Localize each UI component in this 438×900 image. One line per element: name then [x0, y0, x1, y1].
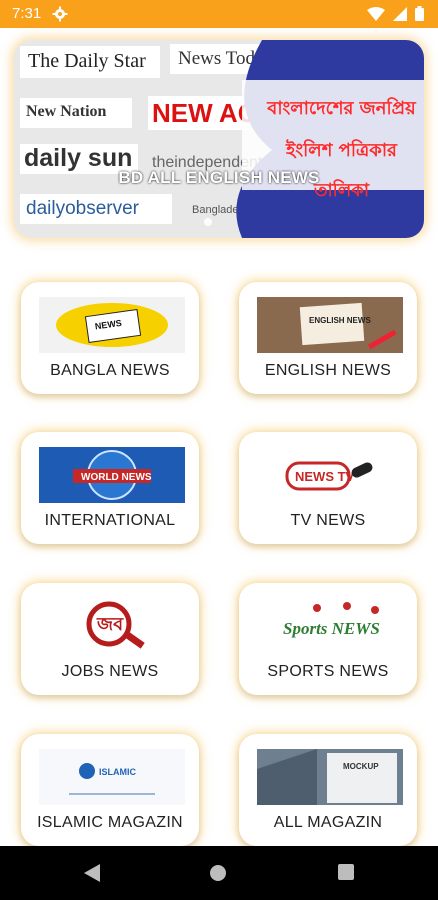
banner-carousel[interactable]: The Daily Star News Today New Nation NEW… [14, 40, 424, 238]
home-icon[interactable] [209, 864, 227, 882]
battery-icon [415, 6, 424, 21]
card-bangla-news[interactable]: NEWS BANGLA NEWS [21, 282, 199, 394]
thumb-text: MOCKUP [343, 762, 379, 771]
status-bar: 7:31 [0, 0, 438, 28]
islamic-icon: ISLAMIC [39, 749, 185, 805]
carousel-indicator [204, 218, 212, 226]
thumb-text: ISLAMIC [99, 767, 136, 777]
card-label: TV NEWS [290, 512, 366, 529]
card-sports-news[interactable]: Sports NEWS SPORTS NEWS [239, 583, 417, 695]
system-nav-bar [0, 846, 438, 900]
sports-icon: Sports NEWS [257, 598, 403, 654]
card-international[interactable]: WORLD NEWS INTERNATIONAL [21, 432, 199, 544]
thumb-text: NEWS TV [295, 469, 355, 484]
world-news-icon: WORLD NEWS [39, 447, 185, 503]
card-label: ENGLISH NEWS [264, 362, 392, 379]
logo-daily-observer: dailyobserver [26, 198, 139, 219]
card-label: JOBS NEWS [61, 663, 159, 680]
thumb-text: WORLD NEWS [81, 472, 152, 483]
card-tv-news[interactable]: NEWS TV TV NEWS [239, 432, 417, 544]
card-jobs-news[interactable]: জব JOBS NEWS [21, 583, 199, 695]
card-english-news[interactable]: ENGLISH NEWS ENGLISH NEWS [239, 282, 417, 394]
thumb-text: Sports NEWS [283, 619, 380, 638]
thumb-text: জব [96, 614, 124, 635]
carousel-dot [204, 218, 212, 226]
banner-bengali-line-2: ইংলিশ পত্রিকার [286, 140, 397, 161]
thumb-text: ENGLISH NEWS [309, 316, 371, 325]
tv-news-icon: NEWS TV [257, 447, 403, 503]
card-all-magazin[interactable]: MOCKUP ALL MAGAZIN [239, 734, 417, 846]
signal-icon [393, 6, 407, 21]
card-label: BANGLA NEWS [50, 362, 170, 379]
card-label: INTERNATIONAL [44, 512, 176, 529]
wifi-icon [367, 6, 385, 21]
logo-new-nation: New Nation [26, 103, 107, 120]
newspaper-icon: NEWS [39, 297, 185, 353]
recents-icon[interactable] [338, 864, 354, 880]
gear-icon [52, 6, 68, 22]
magazine-icon: MOCKUP [257, 749, 403, 805]
card-islamic-magazin[interactable]: ISLAMIC ISLAMIC MAGAZIN [21, 734, 199, 846]
english-news-icon: ENGLISH NEWS [257, 297, 403, 353]
status-time: 7:31 [12, 5, 42, 22]
card-label: ISLAMIC MAGAZIN [37, 814, 183, 831]
logo-daily-star: The Daily Star [28, 50, 146, 72]
card-label: ALL MAGAZIN [273, 814, 383, 831]
card-label: SPORTS NEWS [267, 663, 389, 680]
jobs-icon: জব [39, 598, 185, 654]
back-icon[interactable] [84, 864, 100, 882]
banner-bengali-line-1: বাংলাদেশের জনপ্রিয় [267, 98, 416, 119]
banner-title: BD ALL ENGLISH NEWS [118, 168, 320, 187]
